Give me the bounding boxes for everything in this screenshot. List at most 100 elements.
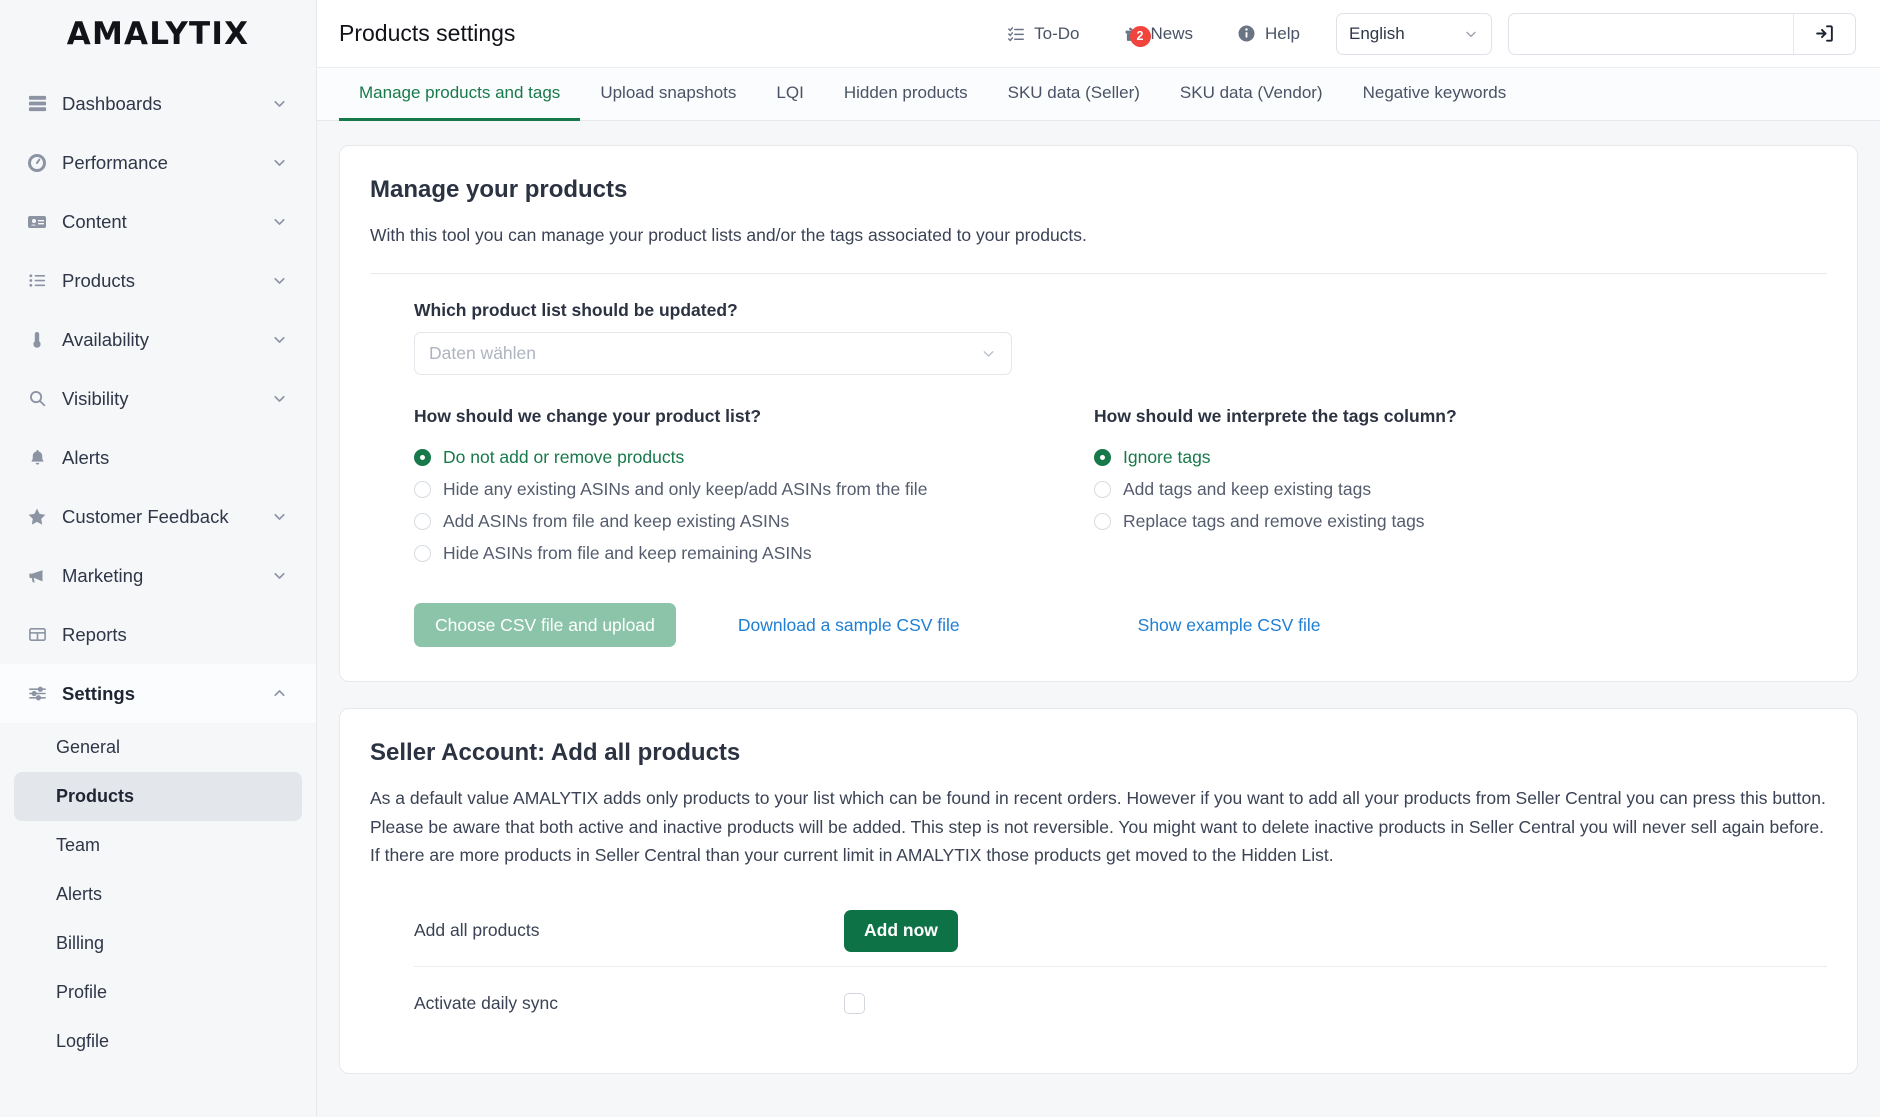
sidebar-item-label: Performance [62,151,168,173]
search-input[interactable] [1509,13,1793,54]
radio-label: Replace tags and remove existing tags [1123,510,1425,531]
radio-dot-icon [414,480,431,498]
brand-logo[interactable]: AMALYTIX [0,0,316,68]
radio-dot-icon [1094,512,1111,530]
tab-lqi[interactable]: LQI [756,68,823,121]
chevron-down-icon[interactable] [271,508,288,525]
chevron-down-icon[interactable] [271,272,288,289]
chevron-up-icon[interactable] [271,685,288,702]
chevron-down-icon[interactable] [271,154,288,171]
tab-negative-keywords[interactable]: Negative keywords [1343,68,1527,121]
topbar-actions: To-Do 2 News Help English [985,12,1856,55]
list-icon [24,271,50,290]
radio-label: Add ASINs from file and keep existing AS… [443,510,790,531]
sidebar-item-alerts[interactable]: Alerts [0,428,316,487]
manage-products-actions: Choose CSV file and upload Download a sa… [414,603,1827,648]
sidebar-item-label: Visibility [62,387,129,409]
tab-manage-products-and-tags[interactable]: Manage products and tags [339,68,581,121]
daily-sync-checkbox[interactable] [844,992,865,1014]
radio-ignore-tags[interactable]: Ignore tags [1094,441,1827,473]
show-example-csv-link[interactable]: Show example CSV file [1138,615,1321,636]
sidebar-item-visibility[interactable]: Visibility [0,369,316,428]
sidebar-item-settings-logfile[interactable]: Logfile [14,1017,302,1066]
sidebar-item-content[interactable]: Content [0,192,316,251]
download-sample-csv-link[interactable]: Download a sample CSV file [738,615,960,636]
activate-daily-sync-label: Activate daily sync [414,992,558,1013]
gauge-icon [24,153,50,173]
chevron-down-icon[interactable] [271,95,288,112]
chevron-down-icon[interactable] [271,390,288,407]
tab-sku-data-vendor[interactable]: SKU data (Vendor) [1160,68,1343,121]
sidebar-item-settings-profile[interactable]: Profile [14,968,302,1017]
help-button[interactable]: Help [1215,24,1322,44]
radio-do-not-add-or-remove[interactable]: Do not add or remove products [414,441,1094,473]
sidebar-item-settings-alerts[interactable]: Alerts [14,870,302,919]
seller-account-rows: Add all products Add now Activate daily … [370,895,1827,1039]
radio-add-tags-keep-existing[interactable]: Add tags and keep existing tags [1094,473,1827,505]
sliders-icon [24,684,50,703]
sidebar-item-settings-products[interactable]: Products [14,772,302,821]
sidebar-item-marketing[interactable]: Marketing [0,546,316,605]
help-label: Help [1265,23,1300,43]
sidebar-item-customer-feedback[interactable]: Customer Feedback [0,487,316,546]
star-icon [24,507,50,527]
sidebar-item-settings-billing[interactable]: Billing [14,919,302,968]
sidebar-item-label: Marketing [62,564,144,586]
chevron-down-icon[interactable] [271,213,288,230]
sidebar-item-settings[interactable]: Settings [0,664,316,723]
todo-button[interactable]: To-Do [985,24,1101,44]
radio-hide-existing-keep-add-from-file[interactable]: Hide any existing ASINs and only keep/ad… [414,473,1094,505]
id-card-icon [24,212,50,232]
radio-label: Add tags and keep existing tags [1123,478,1372,499]
megaphone-icon [24,566,50,586]
chevron-down-icon[interactable] [271,567,288,584]
choose-csv-upload-button[interactable]: Choose CSV file and upload [414,603,676,648]
sidebar-item-label: Products [62,269,136,291]
bell-icon [24,448,50,467]
sidebar-item-reports[interactable]: Reports [0,605,316,664]
radio-label: Hide any existing ASINs and only keep/ad… [443,478,928,499]
radio-add-asins-keep-existing[interactable]: Add ASINs from file and keep existing AS… [414,505,1094,537]
radio-dot-icon [1094,448,1111,466]
tags-group: How should we interprete the tags column… [1094,406,1827,569]
add-all-products-label: Add all products [414,920,540,941]
radio-replace-tags-remove-existing[interactable]: Replace tags and remove existing tags [1094,505,1827,537]
radio-label: Do not add or remove products [443,446,685,467]
content-scroll-area[interactable]: Manage your products With this tool you … [317,121,1880,1117]
sidebar-item-performance[interactable]: Performance [0,133,316,192]
tab-upload-snapshots[interactable]: Upload snapshots [580,68,756,121]
sidebar-item-settings-team[interactable]: Team [14,821,302,870]
sidebar-item-label: Reports [62,623,127,645]
tab-hidden-products[interactable]: Hidden products [824,68,988,121]
sidebar-item-label: Alerts [62,446,110,468]
radio-hide-asins-keep-remaining[interactable]: Hide ASINs from file and keep remaining … [414,537,1094,569]
language-select[interactable]: English [1336,12,1492,55]
change-list-group: How should we change your product list? … [414,406,1094,569]
seller-account-card: Seller Account: Add all products As a de… [339,708,1858,1075]
sidebar-item-settings-general[interactable]: General [14,723,302,772]
sidebar-nav: Dashboards Performance Content Products … [0,68,316,1076]
tabs-bar: Manage products and tags Upload snapshot… [317,68,1880,121]
tags-group-label: How should we interprete the tags column… [1094,406,1457,427]
add-now-button[interactable]: Add now [844,909,958,952]
sidebar-item-products[interactable]: Products [0,251,316,310]
settings-submenu: General Products Team Alerts Billing Pro… [0,723,316,1076]
todo-list-icon [1007,25,1025,43]
app-root: AMALYTIX Dashboards Performance Content … [0,0,1880,1117]
tab-sku-data-seller[interactable]: SKU data (Seller) [988,68,1160,121]
seller-account-description: As a default value AMALYTIX adds only pr… [370,788,1826,866]
manage-products-title: Manage your products [370,176,628,203]
radio-dot-icon [414,448,431,466]
topbar: Products settings To-Do 2 News Help Engl… [317,0,1880,68]
news-button[interactable]: 2 News [1102,24,1216,47]
logout-button[interactable] [1793,13,1855,54]
chevron-down-icon[interactable] [271,331,288,348]
search-field-wrapper [1508,12,1856,55]
info-icon [1237,24,1256,43]
manage-products-card: Manage your products With this tool you … [339,145,1858,683]
sidebar-item-dashboards[interactable]: Dashboards [0,74,316,133]
activate-daily-sync-row: Activate daily sync [414,967,1827,1039]
table-icon [24,625,50,644]
sidebar-item-availability[interactable]: Availability [0,310,316,369]
product-list-select[interactable]: Daten wählen [414,332,1012,376]
